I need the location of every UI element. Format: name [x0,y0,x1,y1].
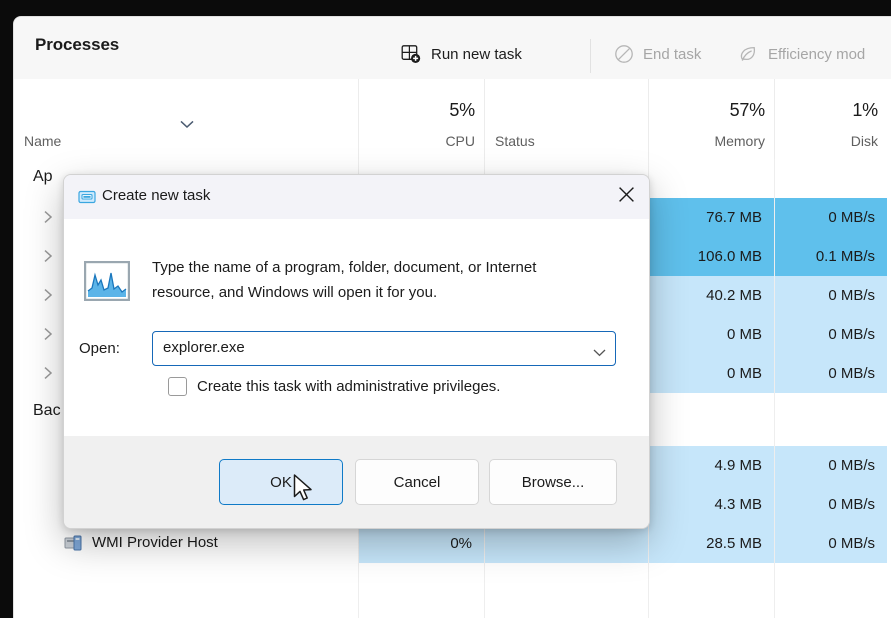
chevron-right-icon[interactable] [43,249,53,263]
row-column-divider [774,159,775,618]
cell-disk-value: 0 MB/s [828,365,875,382]
cell-disk-value: 0 MB/s [828,535,875,552]
chevron-right-icon[interactable] [43,288,53,302]
column-header-cpu-label: CPU [445,133,475,149]
cell-cpu-value: 0% [450,535,472,552]
cell-disk-value: 0 MB/s [828,209,875,226]
dialog-description: Type the name of a program, folder, docu… [152,259,537,301]
column-header-memory[interactable]: 57% Memory [649,79,774,159]
new-window-plus-icon [401,44,422,64]
efficiency-mode-button[interactable]: Efficiency mod [738,41,865,67]
open-label: Open: [79,340,120,357]
cell-memory-value: 0 MB [726,326,762,343]
cell-disk-value: 0 MB/s [828,496,875,513]
end-task-button[interactable]: End task [614,41,701,67]
disk-total-value: 1% [852,100,878,120]
dialog-body: Type the name of a program, folder, docu… [64,219,649,436]
page-title: Processes [35,35,120,54]
group-header-apps-label: Ap [33,168,53,185]
cell-memory-value: 28.5 MB [706,535,762,552]
column-header-status-label: Status [495,133,535,149]
cell-memory-value: 4.3 MB [714,496,762,513]
cell-disk-value: 0 MB/s [828,326,875,343]
chevron-right-icon[interactable] [43,327,53,341]
chevron-right-icon[interactable] [43,210,53,224]
circle-slash-icon [614,44,634,64]
wmi-icon [64,533,84,553]
dialog-title: Create new task [102,187,211,204]
cell-status [485,524,648,563]
column-header-disk-label: Disk [850,133,878,149]
cell-memory-value: 76.7 MB [706,209,762,226]
performance-graph-icon [83,260,131,302]
run-new-task-button[interactable]: Run new task [401,41,522,67]
admin-privileges-checkbox[interactable] [168,377,187,396]
cell-disk-value: 0 MB/s [828,287,875,304]
table-row[interactable]: 0% 28.5 MB 0 MB/s WMI Provider Host [14,524,891,563]
cell-disk-value: 0 MB/s [828,457,875,474]
cell-memory-value: 106.0 MB [697,248,762,265]
cell-memory-value: 4.9 MB [714,457,762,474]
create-new-task-dialog: Create new task Type the name of a progr… [63,174,650,529]
admin-privileges-label: Create this task with administrative pri… [197,378,501,395]
screen: Processes Run new task End task Efficien… [0,0,891,618]
cancel-button[interactable]: Cancel [355,459,479,505]
group-header-background-label: Bac [33,402,61,419]
cell-disk-value: 0.1 MB/s [815,248,875,265]
efficiency-mode-label: Efficiency mod [768,45,866,63]
leaf-icon [738,44,759,64]
open-combobox[interactable]: explorer.exe [152,331,616,366]
run-new-task-label: Run new task [431,45,522,63]
task-manager-window-icon [78,188,96,206]
open-input-value[interactable]: explorer.exe [163,339,245,356]
column-header-disk[interactable]: 1% Disk [775,79,887,159]
ok-button[interactable]: OK [219,459,343,505]
toolbar-separator [590,39,591,73]
close-button[interactable] [603,175,649,219]
column-header-memory-label: Memory [714,133,765,149]
end-task-label: End task [643,45,702,63]
cpu-total-value: 5% [449,100,475,120]
dialog-footer: OK Cancel Browse... [64,436,649,528]
memory-total-value: 57% [729,100,766,120]
chevron-down-icon [180,116,194,129]
column-header-cpu[interactable]: 5% CPU [359,79,484,159]
chevron-right-icon[interactable] [43,366,53,380]
process-name: WMI Provider Host [92,534,218,551]
chevron-down-icon[interactable] [593,344,606,357]
dialog-title-bar: Create new task [64,175,649,220]
column-header-name-label: Name [24,133,62,149]
cell-memory-value: 0 MB [726,365,762,382]
browse-button[interactable]: Browse... [489,459,617,505]
cell-memory-value: 40.2 MB [706,287,762,304]
close-icon [618,186,635,208]
column-header-status[interactable]: Status [485,79,648,159]
processes-toolbar: Processes Run new task End task Efficien… [14,17,891,80]
admin-privileges-checkbox-row[interactable]: Create this task with administrative pri… [168,377,500,396]
